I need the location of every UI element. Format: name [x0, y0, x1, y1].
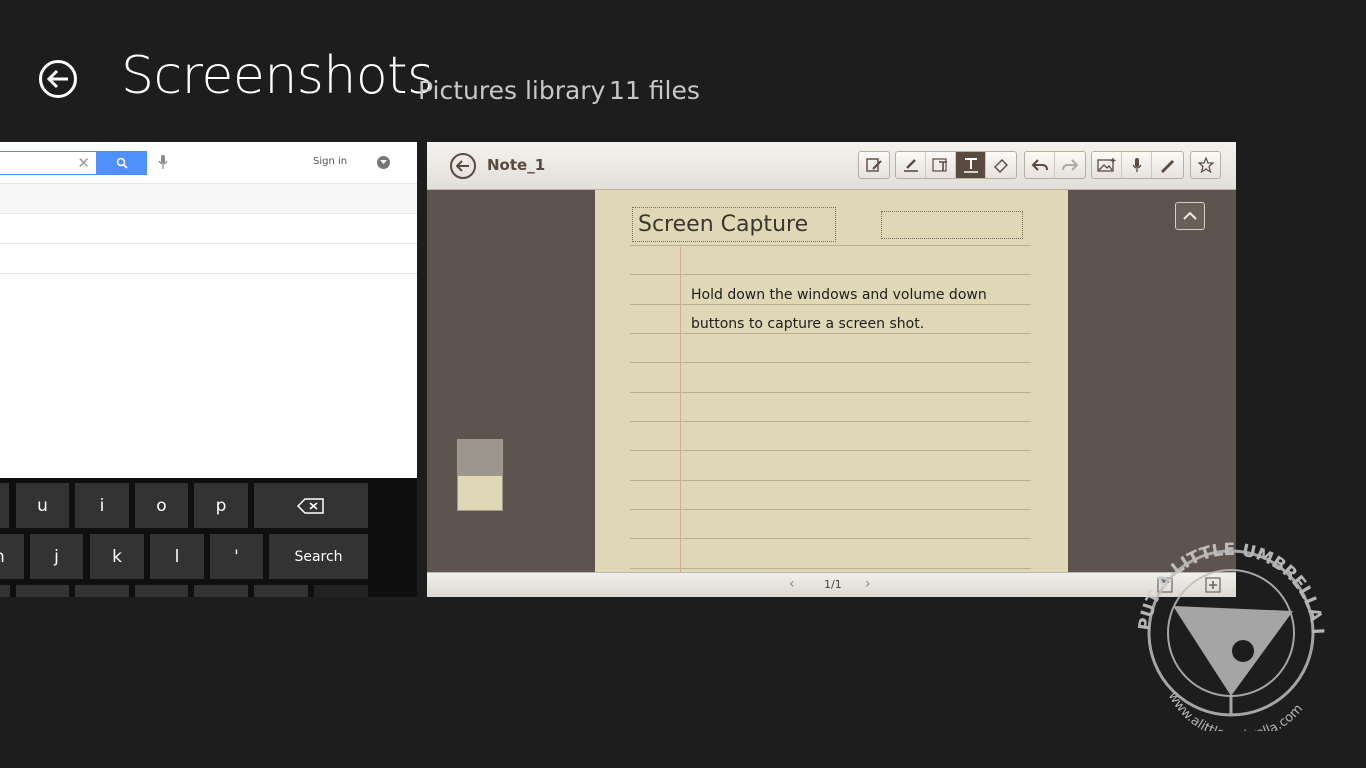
ruled-line [630, 333, 1031, 334]
ruled-line [630, 480, 1031, 481]
redo-icon [1055, 152, 1085, 178]
key-k: k [90, 534, 144, 579]
key-o: o [135, 483, 188, 528]
screenshot-thumbnail-browser[interactable]: ✕ Sign in u i o p h j k l ' Se [0, 142, 417, 597]
ruled-line [630, 362, 1031, 363]
chevron-up-icon [1183, 211, 1197, 220]
key-search: Search [269, 534, 368, 579]
note-body-line: Hold down the windows and volume down [691, 287, 987, 303]
screenshot-thumbnail-notes[interactable]: Note_1 Screen Capture Hold down the wind… [427, 142, 1236, 597]
note-title: Screen Capture [638, 212, 809, 237]
divider [0, 243, 417, 244]
ruled-line [630, 450, 1031, 451]
divider [0, 273, 417, 274]
microphone-icon [1122, 152, 1152, 178]
toolbar-group-favorite [1190, 151, 1221, 179]
note-date-box [881, 211, 1023, 239]
key-backspace [254, 483, 368, 528]
next-page-icon: › [865, 576, 871, 592]
ruled-line [630, 245, 1031, 246]
ruled-line [630, 392, 1031, 393]
page-title: Screenshots [121, 46, 434, 106]
edit-note-icon [859, 152, 889, 178]
ruled-line [630, 509, 1031, 510]
key-h-partial: h [0, 534, 24, 579]
key-u: u [16, 483, 69, 528]
key-l: l [150, 534, 204, 579]
search-input: ✕ [0, 151, 97, 175]
search-icon [116, 157, 128, 169]
key-partial [135, 585, 188, 597]
key-partial [0, 483, 9, 528]
search-button [97, 151, 147, 175]
star-icon [1191, 152, 1220, 178]
key-i: i [75, 483, 129, 528]
note-name: Note_1 [487, 156, 546, 174]
key-partial [314, 585, 368, 597]
prev-page-icon: ‹ [789, 576, 795, 592]
page-indicator: 1/1 [824, 578, 842, 591]
notes-toolbar: Note_1 [427, 142, 1236, 190]
eraser-icon [986, 152, 1016, 178]
pen-icon [1152, 152, 1182, 178]
margin-line [680, 247, 681, 573]
toolbar-group-tools [895, 151, 1017, 179]
library-name: Pictures library [418, 76, 606, 105]
key-partial [194, 585, 248, 597]
arrow-left-icon [456, 160, 469, 172]
list-item [0, 184, 417, 213]
arrow-left-icon [46, 69, 68, 89]
ruled-line [630, 274, 1031, 275]
clear-icon: ✕ [77, 154, 90, 172]
key-apostrophe: ' [210, 534, 263, 579]
note-body-line: buttons to capture a screen shot. [691, 316, 925, 332]
sign-in-link: Sign in [313, 156, 348, 167]
toolbar-group-history [1024, 151, 1086, 179]
toolbar-group-insert [1091, 151, 1184, 179]
key-partial [0, 585, 10, 597]
key-j: j [30, 534, 83, 579]
notes-status-bar: ‹ 1/1 › [427, 572, 1236, 597]
microphone-icon [158, 155, 168, 169]
collapse-button [1175, 202, 1205, 230]
backspace-icon [297, 497, 324, 514]
note-back-button [450, 153, 476, 179]
page-thumbnail-preview [458, 440, 502, 476]
insert-image-icon [1092, 152, 1122, 178]
menu-chevron-icon [377, 156, 390, 169]
key-partial [254, 585, 308, 597]
key-p: p [194, 483, 248, 528]
ruled-line [630, 538, 1031, 539]
key-partial [16, 585, 69, 597]
page-thumbnail [457, 439, 503, 511]
watermark-logo: PUT A LITTLE UMBRELLA IN YOUR DRINK www.… [1128, 526, 1327, 731]
ruled-line [630, 421, 1031, 422]
highlighter-icon [896, 152, 926, 178]
ruled-line [630, 568, 1031, 569]
text-icon [956, 152, 986, 178]
divider [0, 213, 417, 214]
file-count: 11 files [609, 76, 700, 105]
touch-keyboard: u i o p h j k l ' Search [0, 478, 417, 597]
undo-icon [1025, 152, 1055, 178]
textbox-icon [926, 152, 956, 178]
note-title-box: Screen Capture [632, 207, 836, 242]
note-paper: Screen Capture Hold down the windows and… [595, 190, 1068, 573]
toolbar-group-edit [858, 151, 890, 179]
key-partial [75, 585, 129, 597]
back-button[interactable] [39, 60, 77, 98]
ruled-line [630, 304, 1031, 305]
